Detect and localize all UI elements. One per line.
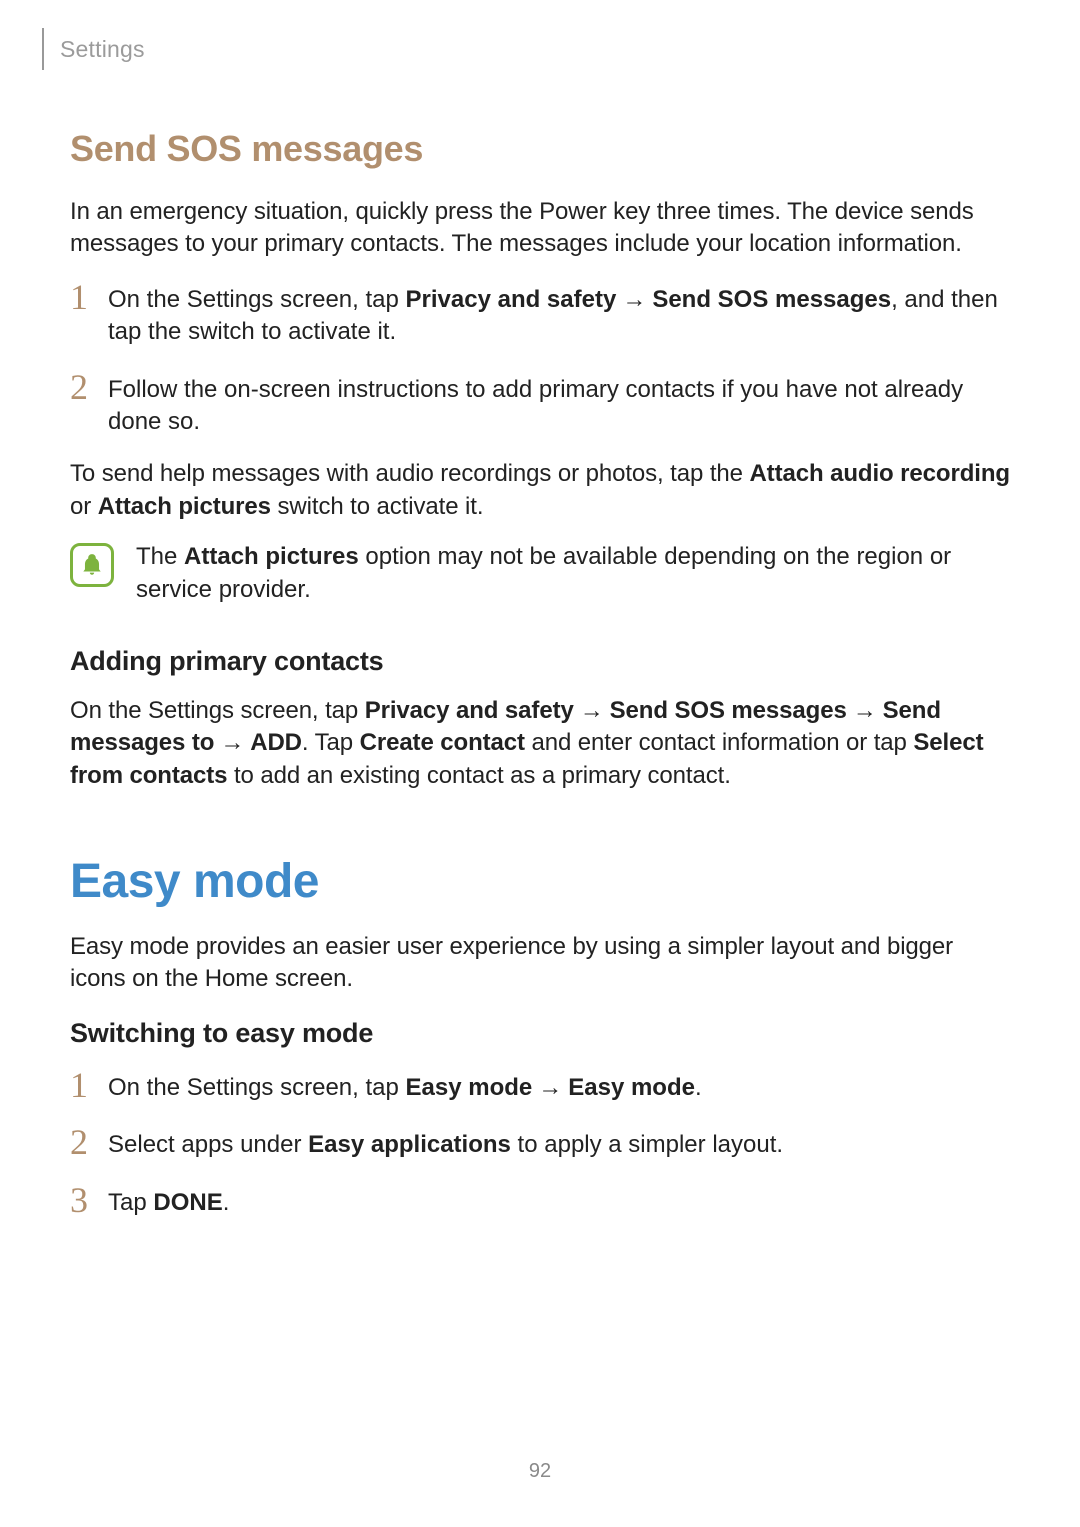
step-text: On the Settings screen, tap Privacy and … — [108, 279, 1010, 349]
note-box: The Attach pictures option may not be av… — [70, 541, 1010, 606]
note-bell-icon — [70, 543, 114, 587]
step-number: 3 — [70, 1182, 108, 1218]
step-number: 2 — [70, 1124, 108, 1160]
sos-extra: To send help messages with audio recordi… — [70, 458, 1010, 523]
easy-step-2: 2 Select apps under Easy applications to… — [70, 1124, 1010, 1161]
step-number: 1 — [70, 1067, 108, 1103]
header-bar: Settings — [42, 28, 1010, 70]
bold: Attach pictures — [98, 493, 271, 520]
text: To send help messages with audio recordi… — [70, 460, 749, 487]
text: Tap — [108, 1189, 153, 1216]
text: to add an existing contact as a primary … — [227, 762, 730, 789]
easy-mode-heading: Easy mode — [70, 854, 1010, 909]
easy-step-1: 1 On the Settings screen, tap Easy mode→… — [70, 1067, 1010, 1104]
easy-mode-intro: Easy mode provides an easier user experi… — [70, 931, 1010, 996]
easy-step-list: 1 On the Settings screen, tap Easy mode→… — [70, 1067, 1010, 1219]
bold: Send SOS messages — [610, 697, 847, 724]
step-text: Follow the on-screen instructions to add… — [108, 369, 1010, 439]
step-text: Select apps under Easy applications to a… — [108, 1124, 783, 1161]
switching-easy-heading: Switching to easy mode — [70, 1018, 1010, 1049]
arrow-icon: → — [622, 284, 646, 316]
bold: Send SOS messages — [652, 286, 891, 313]
bold: Privacy and safety — [406, 286, 617, 313]
sos-step-list: 1 On the Settings screen, tap Privacy an… — [70, 279, 1010, 439]
sos-heading: Send SOS messages — [70, 128, 1010, 170]
arrow-icon: → — [538, 1072, 562, 1104]
text: . — [223, 1189, 230, 1216]
sos-step-1: 1 On the Settings screen, tap Privacy an… — [70, 279, 1010, 349]
arrow-icon: → — [580, 695, 604, 727]
text: On the Settings screen, tap — [108, 286, 406, 313]
bold: Easy mode — [568, 1074, 695, 1101]
sos-step-2: 2 Follow the on-screen instructions to a… — [70, 369, 1010, 439]
step-number: 2 — [70, 369, 108, 405]
primary-contacts-body: On the Settings screen, tap Privacy and … — [70, 695, 1010, 792]
text: . — [695, 1074, 702, 1101]
primary-contacts-heading: Adding primary contacts — [70, 646, 1010, 677]
text: On the Settings screen, tap — [108, 1074, 406, 1101]
step-number: 1 — [70, 279, 108, 315]
bold: Attach pictures — [184, 543, 359, 570]
easy-step-3: 3 Tap DONE. — [70, 1182, 1010, 1219]
text: On the Settings screen, tap — [70, 697, 365, 724]
arrow-icon: → — [220, 727, 244, 759]
header-section-label: Settings — [60, 36, 145, 63]
sos-intro: In an emergency situation, quickly press… — [70, 196, 1010, 261]
bold: Privacy and safety — [365, 697, 574, 724]
text: and enter contact information or tap — [525, 729, 913, 756]
text: switch to activate it. — [271, 493, 483, 520]
text: The — [136, 543, 184, 570]
page-number: 92 — [0, 1460, 1080, 1483]
document-page: Settings Send SOS messages In an emergen… — [0, 0, 1080, 1279]
text: Select apps under — [108, 1131, 308, 1158]
text: or — [70, 493, 98, 520]
arrow-icon: → — [853, 695, 877, 727]
step-text: On the Settings screen, tap Easy mode→Ea… — [108, 1067, 702, 1104]
note-text: The Attach pictures option may not be av… — [136, 541, 1010, 606]
bold: Create contact — [360, 729, 525, 756]
bold: DONE — [153, 1189, 222, 1216]
step-text: Tap DONE. — [108, 1182, 229, 1219]
text: to apply a simpler layout. — [511, 1131, 783, 1158]
bold: Easy applications — [308, 1131, 511, 1158]
bold: Easy mode — [406, 1074, 533, 1101]
bold: ADD — [250, 729, 302, 756]
bold: Attach audio recording — [749, 460, 1010, 487]
text: . Tap — [302, 729, 360, 756]
